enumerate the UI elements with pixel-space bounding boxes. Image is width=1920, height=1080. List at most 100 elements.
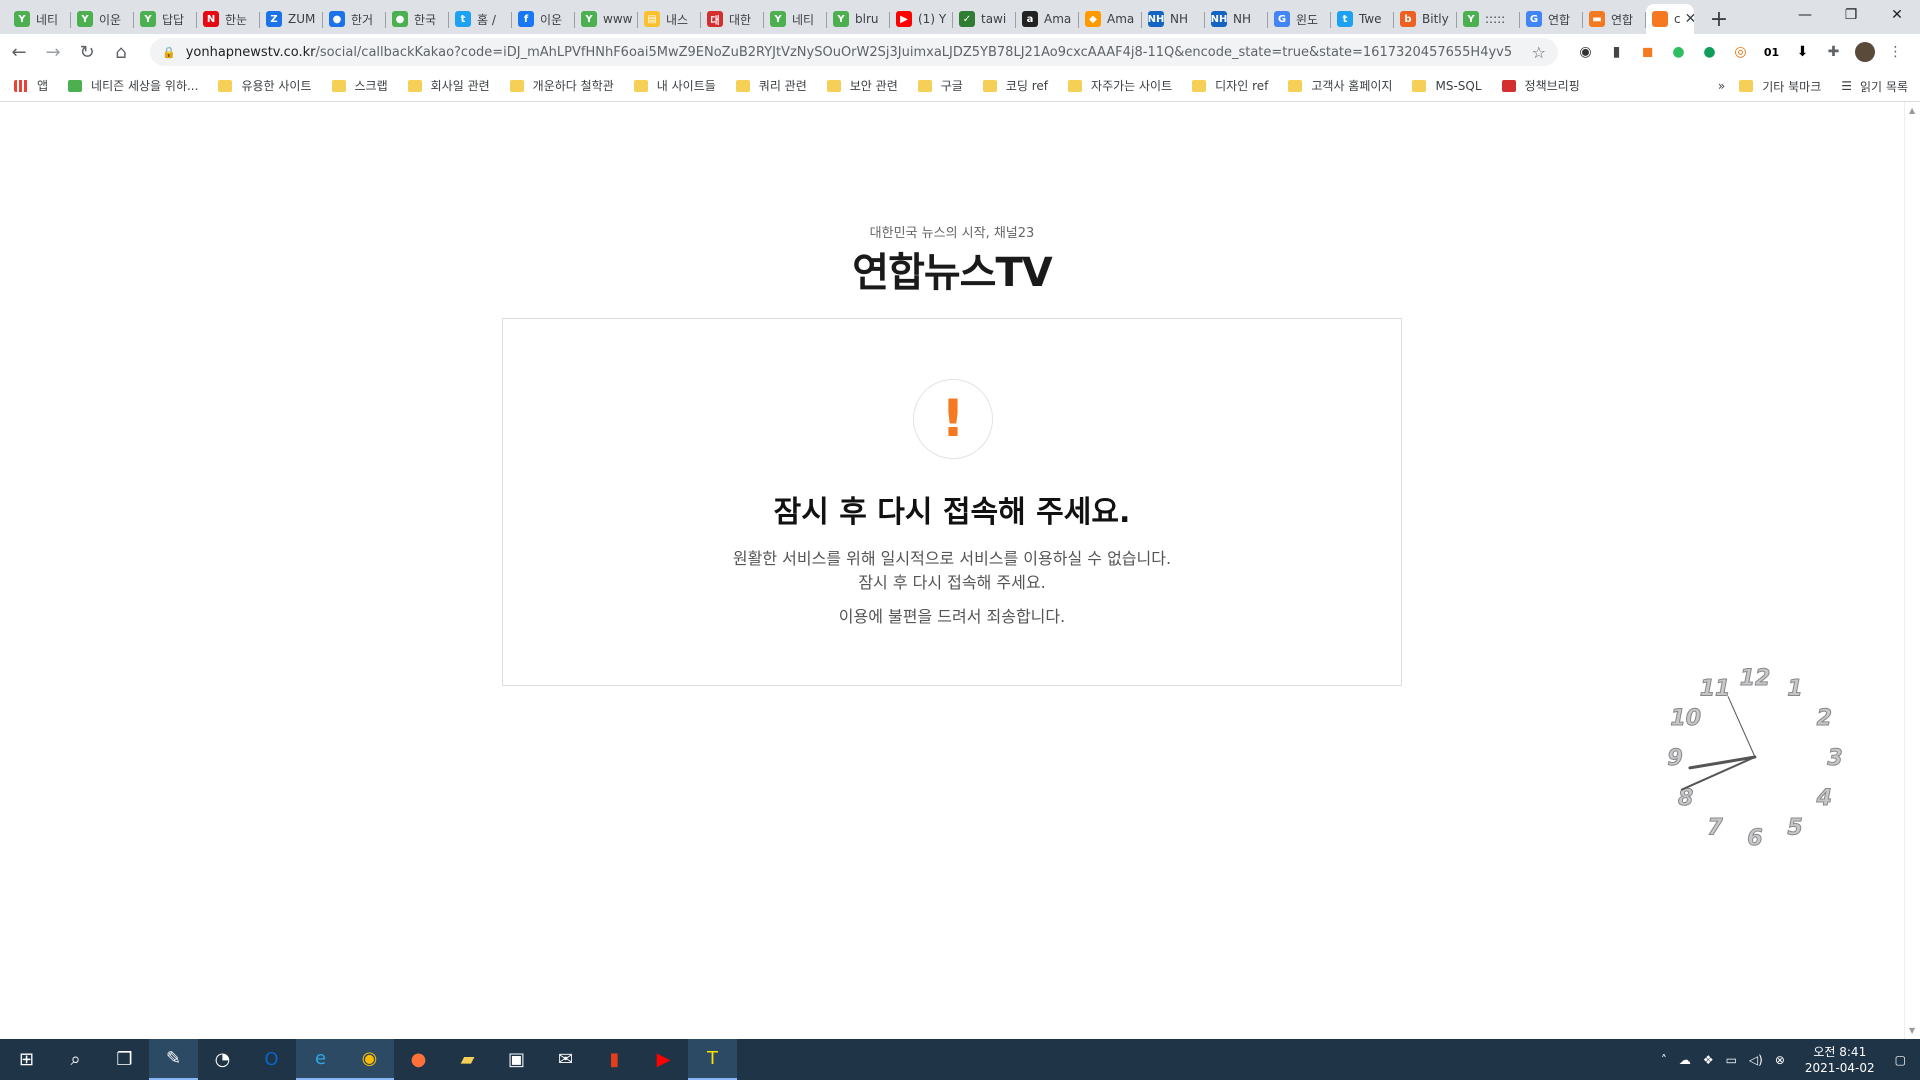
mail-icon[interactable]: ✉ [541,1039,590,1080]
tab[interactable]: 대 대한 [701,4,764,34]
tab[interactable]: Ywww [575,4,638,34]
tab[interactable]: Y 이운 [71,4,134,34]
kakaotalk-icon[interactable]: T [688,1039,737,1080]
edge-icon[interactable]: e [296,1039,345,1080]
chevron-up-icon[interactable]: ˄ [1661,1053,1667,1067]
tab[interactable]: Y 답답 [134,4,197,34]
bookmark-item[interactable]: 개운하다 철학관 [509,77,614,94]
tab-title: blru [855,12,879,26]
scrollbar[interactable]: ▲ ▼ [1904,102,1920,1039]
forward-button[interactable]: → [38,37,68,67]
home-button[interactable]: ⌂ [106,37,136,67]
close-window-button[interactable]: ✕ [1874,0,1920,30]
reading-list[interactable]: ☰ 읽기 목록 [1841,78,1908,95]
store-icon[interactable]: ▣ [492,1039,541,1080]
tab[interactable]: ◆ Ama [1079,4,1142,34]
bookmark-item[interactable]: 자주가는 사이트 [1068,77,1172,94]
youtube-music-icon[interactable]: ▶ [639,1039,688,1080]
extension-icon[interactable]: ◉ [1570,38,1601,66]
scroll-up-icon[interactable]: ▲ [1909,106,1915,115]
bookmark-item[interactable]: 회사일 관련 [407,77,490,94]
minimize-button[interactable]: — [1782,0,1828,30]
bookmark-item[interactable]: 코딩 ref [982,77,1048,94]
extension-icon[interactable]: ◎ [1725,38,1756,66]
chat-extension-icon[interactable]: ● [1694,38,1725,66]
chrome-icon[interactable]: ◉ [345,1039,394,1080]
clock-app-icon[interactable]: ◔ [198,1039,247,1080]
tab[interactable]: NH NH [1205,4,1268,34]
firefox-icon[interactable]: ● [394,1039,443,1080]
bookmark-item[interactable]: 보안 관련 [826,77,898,94]
tab[interactable]: t Twe [1331,4,1394,34]
bookmark-item[interactable]: 고객사 홈페이지 [1288,77,1392,94]
new-tab-button[interactable]: + [1704,4,1734,34]
clock-numeral: 9 [1667,746,1682,771]
other-bookmarks[interactable]: 기타 북마크 [1739,78,1821,95]
notification-icon[interactable]: ▢ [1895,1053,1906,1067]
bookmark-item[interactable]: MS-SQL [1412,79,1482,93]
tab[interactable]: f 이운 [512,4,575,34]
volume-icon[interactable]: ◁) [1749,1053,1763,1067]
tab[interactable]: ● 한국 [386,4,449,34]
ime-icon[interactable]: ⊗ [1775,1053,1785,1067]
tab[interactable]: ✓ tawi [953,4,1016,34]
reload-button[interactable]: ↻ [72,37,102,67]
tab-active[interactable]: c ✕ [1646,4,1694,34]
extension-icon[interactable]: ▮ [1601,38,1632,66]
stylus-icon[interactable]: ✎ [149,1039,198,1080]
bookmark-item[interactable]: 유용한 사이트 [218,77,312,94]
task-view-icon[interactable]: ❐ [100,1039,149,1080]
evernote-icon[interactable]: ● [1663,38,1694,66]
extension-icon[interactable]: 01 [1756,38,1787,66]
bookmark-item[interactable]: 정책브리핑 [1501,77,1580,94]
tab[interactable]: a Ama [1016,4,1079,34]
dropbox-icon[interactable]: ❖ [1703,1053,1714,1067]
bookmark-item[interactable]: 구글 [917,77,963,94]
network-icon[interactable]: ▭ [1726,1053,1737,1067]
tab[interactable]: G 윈도 [1268,4,1331,34]
tab[interactable]: Yblru [827,4,890,34]
site-logo[interactable]: 연합뉴스TV [0,240,1904,298]
bookmarks-more-button[interactable]: » [1718,79,1725,93]
file-explorer-icon[interactable]: ▰ [443,1039,492,1080]
desktop-clock-widget[interactable]: 12 12 3 45678 9 10 11 [1645,647,1865,867]
office-icon[interactable]: ▮ [590,1039,639,1080]
tab[interactable]: ▬ 연합 [1583,4,1646,34]
address-bar[interactable]: 🔒 yonhapnewstv.co.kr/social/callbackKaka… [150,38,1558,66]
tab[interactable]: t 홈 / [449,4,512,34]
tab[interactable]: Y 네티 [8,4,71,34]
tab[interactable]: ● 한거 [323,4,386,34]
tab[interactable]: NH NH [1142,4,1205,34]
tab[interactable]: Z ZUM [260,4,323,34]
bookmark-star-icon[interactable]: ☆ [1532,43,1546,62]
rss-icon[interactable]: ◼ [1632,38,1663,66]
taskbar-clock[interactable]: 오전 8:41 2021-04-02 [1805,1044,1875,1076]
download-extension-icon[interactable]: ⬇ [1787,38,1818,66]
tab[interactable]: ▤ 내스 [638,4,701,34]
close-tab-icon[interactable]: ✕ [1685,11,1694,27]
bookmark-item[interactable]: 앱 [14,77,48,94]
tab[interactable]: G 연합 [1520,4,1583,34]
outlook-icon[interactable]: O [247,1039,296,1080]
tab[interactable]: N 한눈 [197,4,260,34]
onedrive-icon[interactable]: ☁ [1679,1053,1691,1067]
bookmark-item[interactable]: 디자인 ref [1192,77,1268,94]
menu-icon[interactable]: ⋮ [1880,38,1911,66]
bookmark-item[interactable]: 네티즌 세상을 위하... [68,77,198,94]
bookmark-item[interactable]: 내 사이트들 [633,77,716,94]
puzzle-icon[interactable]: ✚ [1818,38,1849,66]
search-icon[interactable]: ⌕ [51,1039,100,1080]
tab[interactable]: Y 네티 [764,4,827,34]
avatar[interactable] [1849,38,1880,66]
lock-icon[interactable]: 🔒 [162,46,176,59]
tab[interactable]: Y::::: [1457,4,1520,34]
restore-button[interactable]: ❐ [1828,0,1874,30]
tab[interactable]: ▶ (1) Y [890,4,953,34]
tab[interactable]: b Bitly [1394,4,1457,34]
bookmark-item[interactable]: 쿼리 관련 [735,77,807,94]
url-text[interactable]: yonhapnewstv.co.kr/social/callbackKakao?… [186,45,1532,60]
bookmark-item[interactable]: 스크랩 [331,77,388,94]
windows-start-icon[interactable]: ⊞ [2,1039,51,1080]
scroll-down-icon[interactable]: ▼ [1909,1026,1915,1035]
back-button[interactable]: ← [4,37,34,67]
